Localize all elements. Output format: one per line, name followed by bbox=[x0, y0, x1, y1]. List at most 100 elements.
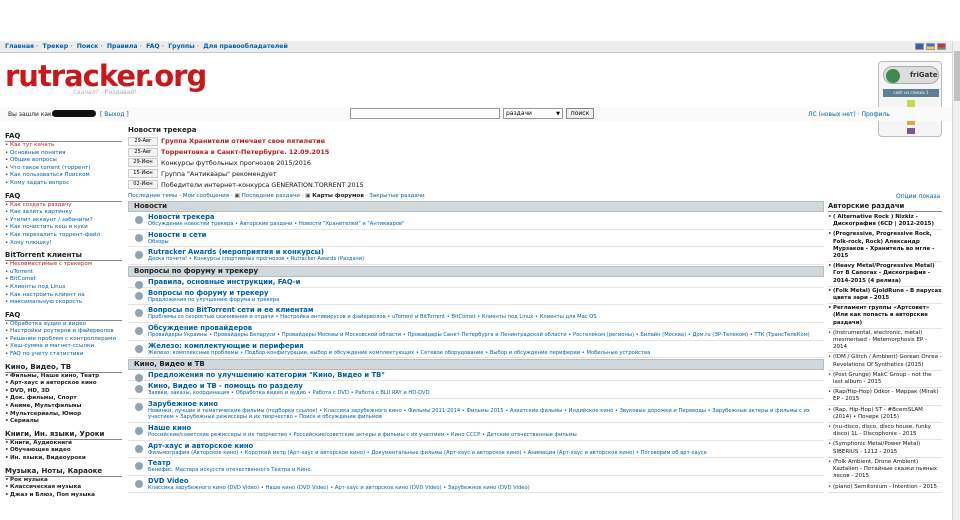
sidebar-link[interactable]: максимальную скорость bbox=[5, 299, 122, 307]
sidebar-link[interactable]: Рок музыка bbox=[5, 477, 122, 485]
sidebar-link[interactable]: Док. фильмы, Спорт bbox=[5, 395, 122, 403]
forum-subforums[interactable]: Провайдеры Украины • Провайдеры Беларуси… bbox=[148, 332, 824, 339]
sidebar-link[interactable]: Арт-хаус и авторское кино bbox=[5, 380, 122, 388]
news-link[interactable]: Торрентовка в Санкт-Петербурге. 12.09.20… bbox=[161, 148, 329, 156]
search-scope-select[interactable]: раздачи ▼ bbox=[503, 108, 563, 119]
sidebar-head-faq2[interactable]: FAQ bbox=[5, 192, 122, 202]
sidebar-link[interactable]: Несовместимые с трекером bbox=[5, 261, 122, 269]
category-header[interactable]: Новости bbox=[128, 201, 824, 212]
category-header[interactable]: Вопросы по форуму и трекеру bbox=[128, 265, 824, 277]
sidebar-link[interactable]: Обработка аудио и видео bbox=[5, 321, 122, 329]
sidebar-link[interactable]: Как перезалить торрент-файл bbox=[5, 232, 122, 240]
forum-subforums[interactable]: Доска почета! • Конкурсы спортивных прог… bbox=[148, 256, 824, 263]
category-header[interactable]: Кино, Видео и ТВ bbox=[128, 359, 824, 371]
search-button[interactable]: поиск bbox=[566, 108, 594, 119]
sidebar-head-kino[interactable]: Кино, Видео, ТВ bbox=[5, 363, 122, 373]
forum-title[interactable]: DVD Video bbox=[148, 477, 824, 485]
sidebar-head-faq3[interactable]: FAQ bbox=[5, 311, 122, 321]
recent-torrents-link[interactable]: Последние раздачи · bbox=[240, 193, 305, 199]
forum-title[interactable]: Обсуждение провайдеров bbox=[148, 324, 824, 332]
forum-title[interactable]: Театр bbox=[148, 459, 824, 467]
sidebar-link[interactable]: Классическая музыка bbox=[5, 484, 122, 492]
sidebar-link[interactable]: Как пользоваться Поиском bbox=[5, 172, 122, 180]
sidebar-link[interactable]: DVD, HD, 3D bbox=[5, 388, 122, 396]
sidebar-link[interactable]: Как тут качать bbox=[5, 142, 122, 150]
sidebar-link[interactable]: BitComet bbox=[5, 276, 122, 284]
nav-faq[interactable]: FAQ bbox=[146, 43, 160, 50]
sidebar-link[interactable]: Книги, Аудиокниги bbox=[5, 440, 122, 448]
forum-subforums[interactable]: Железо: комплексные проблемы • Подбор ко… bbox=[148, 350, 824, 357]
forum-subforums[interactable]: Заявки, заказы, координация • Обработка … bbox=[148, 390, 824, 397]
sidebar-link[interactable]: Как настроить клиент на bbox=[5, 292, 122, 300]
sidebar-link[interactable]: Хеш-сумма и магнет-ссылки bbox=[5, 343, 122, 351]
forum-title[interactable]: Rutracker Awards (мероприятия и конкурсы… bbox=[148, 248, 824, 256]
forum-title[interactable]: Правила, основные инструкции, FAQ-и bbox=[148, 278, 824, 286]
release-link[interactable]: (Progressive, Progressive Rock, Folk-roc… bbox=[828, 231, 942, 263]
logout-link[interactable]: [ Выход ] bbox=[100, 111, 129, 118]
sidebar-link[interactable]: Фильмы, Наше кино, Театр bbox=[5, 373, 122, 381]
forum-subforums[interactable]: Проблемы со скоростью скачивания и отдач… bbox=[148, 314, 824, 321]
sidebar-link[interactable]: Как залить картинку bbox=[5, 209, 122, 217]
closed-torrents-link[interactable]: · Закрытые раздачи bbox=[364, 193, 425, 199]
release-link[interactable]: (nu-disco, disco, disco house, funky dis… bbox=[828, 424, 942, 441]
forum-subforums[interactable]: Обзоры bbox=[148, 239, 824, 246]
forum-title[interactable]: Кино, Видео и ТВ - помощь по разделу bbox=[148, 382, 824, 390]
nav-groups[interactable]: Группы bbox=[168, 43, 195, 50]
sidebar-link[interactable]: Что такое torrent (торрент) bbox=[5, 165, 122, 173]
sidebar-link[interactable]: Джаз и Блюз, Поп музыка bbox=[5, 492, 122, 500]
sidebar-link[interactable]: Общие вопросы bbox=[5, 157, 122, 165]
forum-subforums[interactable]: Бенефис. Мастера искусств отечественного… bbox=[148, 467, 824, 474]
release-link[interactable]: (Rap/Hip-Hop) Odkor - Миррак (Mirak) EP … bbox=[828, 389, 942, 406]
sidebar-link[interactable]: Основные понятия bbox=[5, 150, 122, 158]
sidebar-link[interactable]: Ин. языки, Видеоуроки bbox=[5, 455, 122, 463]
forum-title[interactable]: Зарубежное кино bbox=[148, 400, 824, 408]
forum-title[interactable]: Наше кино bbox=[148, 424, 824, 432]
sidebar-link[interactable]: Мультсериалы, Юмор bbox=[5, 411, 122, 419]
news-link[interactable]: Группа "Антиквары" рекомендует bbox=[161, 170, 277, 178]
sidebar-link[interactable]: Кому задать вопрос bbox=[5, 180, 122, 188]
nav-rules[interactable]: Правила bbox=[107, 43, 138, 50]
release-link[interactable]: Регламент группы «Артсовет» (Или как поп… bbox=[828, 305, 942, 329]
forum-subforums[interactable]: Фильмография (Авторское кино) • Короткий… bbox=[148, 450, 824, 457]
forum-subforums[interactable]: Классика зарубежного кино (DVD Video) • … bbox=[148, 485, 824, 492]
sidebar-link[interactable]: Как создать раздачу bbox=[5, 202, 122, 210]
release-link[interactable]: (Folk Ambient, Drone Ambient) Kaztalien … bbox=[828, 459, 942, 483]
forum-title[interactable]: Предложения по улучшению категории "Кино… bbox=[148, 371, 824, 379]
sidebar-link[interactable]: Утилит аккаунт / забанили? bbox=[5, 217, 122, 225]
forum-subforums[interactable]: Новинки, лучшие и тематические фильмы (п… bbox=[148, 408, 824, 421]
sidebar-head-music[interactable]: Музыка, Ноты, Караоке bbox=[5, 467, 122, 477]
frigate-toggle-icon[interactable] bbox=[907, 100, 915, 107]
sidebar-link[interactable]: uTorrent bbox=[5, 269, 122, 277]
news-link[interactable]: Конкурсы футбольных прогнозов 2015/2016 bbox=[161, 159, 311, 167]
flag-ua-icon[interactable] bbox=[926, 43, 935, 50]
news-link[interactable]: Победители интернет-конкурса GENERATION.… bbox=[161, 181, 364, 189]
release-link[interactable]: (Heavy Metal/Progressive Metal) Гот В Са… bbox=[828, 263, 942, 287]
forum-title[interactable]: Арт-хаус и авторское кино bbox=[148, 442, 824, 450]
site-logo[interactable]: rutracker.org Скачал? - Раздавай! bbox=[5, 61, 207, 101]
sidebar-link[interactable]: Аниме, Мультфильмы bbox=[5, 403, 122, 411]
nav-search[interactable]: Поиск bbox=[77, 43, 99, 50]
forum-subforums[interactable]: Российские/советские режиссеры и их твор… bbox=[148, 432, 824, 439]
sidebar-head-bittorrent[interactable]: BitTorrent клиенты bbox=[5, 251, 122, 262]
page-scrollbar[interactable] bbox=[952, 41, 960, 520]
sidebar-link[interactable]: Хочу плюшку! bbox=[5, 240, 122, 248]
sidebar-head-faq[interactable]: FAQ bbox=[5, 132, 122, 142]
release-link[interactable]: (Instrumental, electronic, metal) mesmer… bbox=[828, 330, 942, 354]
sidebar-link[interactable]: Обучающее видео bbox=[5, 447, 122, 455]
forum-title[interactable]: Вопросы по форуму и трекеру bbox=[148, 289, 824, 297]
sidebar-link[interactable]: Настройки роутеров и файерволов bbox=[5, 328, 122, 336]
sidebar-link[interactable]: Клиенты под Linux bbox=[5, 284, 122, 292]
release-link[interactable]: (Rap, Hip-Hop) ST - #BcemSLAM (2014) • П… bbox=[828, 407, 942, 424]
forum-title[interactable]: Новости в сети bbox=[148, 231, 824, 239]
nav-tracker[interactable]: Трекер bbox=[43, 43, 69, 50]
sidebar-link[interactable]: Решение проблем с контроллерами bbox=[5, 336, 122, 344]
display-options-link[interactable]: Опции показа bbox=[896, 193, 940, 200]
release-link[interactable]: ( Alternative Rock ) Nizkiz - Дискографи… bbox=[828, 214, 942, 231]
release-link[interactable]: (piano) Semitonium - Intention - 2015 bbox=[828, 484, 942, 493]
nav-home[interactable]: Главная bbox=[5, 43, 34, 50]
frigate-settings-icon[interactable] bbox=[907, 128, 915, 134]
release-link[interactable]: (Post Grunge) MakC Group - not the last … bbox=[828, 372, 942, 389]
release-link[interactable]: (Folk Metal) GjoldRune - В парусах цвета… bbox=[828, 288, 942, 305]
scrollbar-thumb[interactable] bbox=[954, 51, 960, 101]
recent-topics-link[interactable]: Последние темы · Мои сообщения · bbox=[128, 193, 235, 199]
